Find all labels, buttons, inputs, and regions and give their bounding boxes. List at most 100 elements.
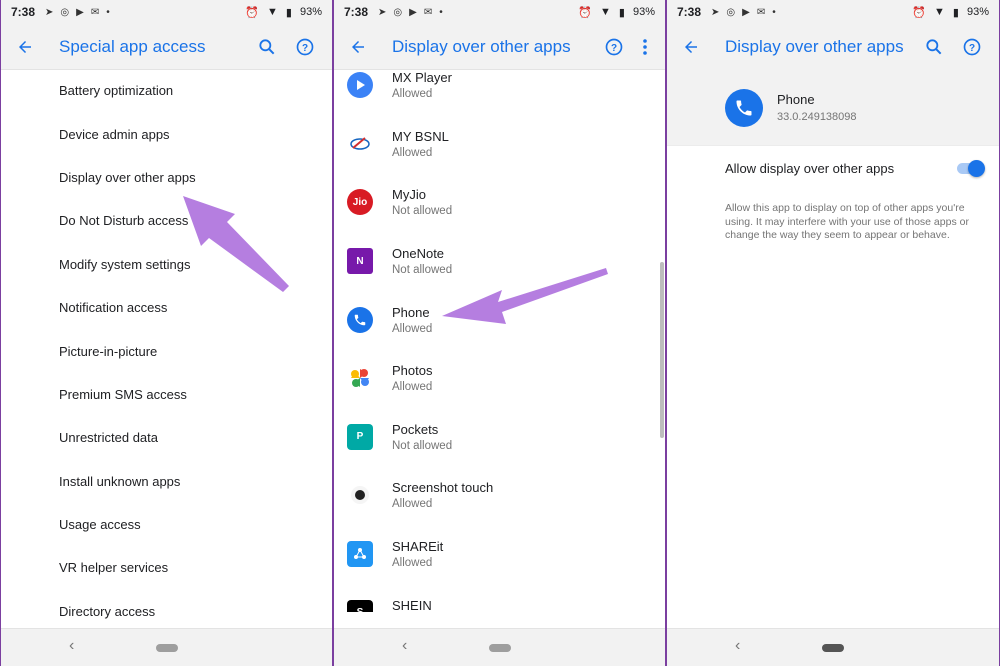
battery-icon: ▮	[618, 6, 625, 19]
back-button[interactable]	[677, 38, 705, 56]
list-item[interactable]: Install unknown apps	[1, 460, 332, 503]
alarm-icon: ⏰	[245, 6, 260, 19]
svg-text:?: ?	[611, 42, 617, 53]
app-name: OneNote	[392, 246, 445, 262]
app-permission-status: Not allowed	[392, 439, 453, 452]
app-permission-status: Allowed	[392, 498, 433, 511]
back-arrow-icon	[19, 40, 31, 53]
allow-display-toggle-row[interactable]: Allow display over other apps	[667, 146, 999, 190]
list-item[interactable]: Battery optimization	[1, 69, 332, 112]
allow-display-switch[interactable]	[955, 159, 985, 177]
back-button[interactable]	[344, 38, 372, 56]
nav-home-button[interactable]	[488, 643, 511, 652]
app-list-item[interactable]: MY BSNL Allowed	[334, 115, 665, 174]
mail-icon: ✉	[423, 6, 433, 18]
app-name: Pockets	[392, 421, 439, 437]
instagram-icon: ◎	[726, 6, 736, 18]
permission-description: Allow this app to display on top of othe…	[725, 202, 969, 241]
page-title: Display over other apps	[392, 36, 571, 56]
app-name: Phone	[392, 304, 430, 320]
list-item[interactable]: Do Not Disturb access	[1, 199, 332, 242]
status-bar: 7:38 ➤ ◎ ▶ ✉ • ⏰ ▼ ▮ 93%	[1, 0, 332, 24]
page-title: Special app access	[59, 36, 206, 56]
notification-icon: ➤	[45, 6, 54, 18]
help-button[interactable]: ?	[595, 37, 633, 57]
app-name: MyJio	[392, 187, 426, 203]
nav-back-button[interactable]: ‹	[402, 637, 407, 655]
app-info-header: Phone 33.0.249138098	[667, 70, 999, 146]
more-vert-icon	[643, 38, 647, 55]
app-list-item[interactable]: Screenshot touch Allowed	[334, 466, 665, 525]
more-notifications-icon: •	[106, 6, 110, 18]
phone-icon	[347, 306, 373, 333]
back-arrow-icon	[685, 41, 697, 53]
svg-text:?: ?	[302, 42, 308, 53]
app-list-item[interactable]: Jio MyJio Not allowed	[334, 173, 665, 232]
bsnl-icon	[347, 131, 373, 157]
photos-icon	[347, 365, 373, 391]
search-button[interactable]	[248, 37, 286, 57]
list-item[interactable]: Picture-in-picture	[1, 329, 332, 372]
search-icon	[259, 38, 275, 54]
search-icon	[926, 39, 942, 55]
battery-icon: ▮	[285, 6, 292, 19]
jio-icon: Jio	[347, 189, 373, 216]
list-item[interactable]: Premium SMS access	[1, 373, 332, 416]
alarm-icon: ⏰	[578, 6, 593, 19]
app-permission-status: Not allowed	[392, 264, 453, 277]
battery-percent: 93%	[299, 6, 322, 18]
more-notifications-icon: •	[439, 6, 443, 18]
app-bar: Special app access ?	[1, 24, 332, 70]
nav-back-button[interactable]: ‹	[735, 637, 740, 655]
wifi-icon: ▼	[934, 6, 945, 18]
battery-icon: ▮	[952, 6, 959, 19]
help-icon: ?	[296, 38, 314, 55]
list-item[interactable]: Notification access	[1, 286, 332, 329]
nav-back-button[interactable]: ‹	[69, 637, 74, 655]
onenote-icon: N	[347, 248, 373, 275]
help-button[interactable]: ?	[953, 37, 991, 57]
help-button[interactable]: ?	[286, 37, 324, 57]
app-list-item[interactable]: P Pockets Not allowed	[334, 408, 665, 467]
status-bar: 7:38 ➤ ◎ ▶ ✉ • ⏰ ▼ ▮ 93%	[667, 0, 999, 24]
mx-player-icon	[347, 72, 373, 99]
battery-percent: 93%	[632, 6, 655, 18]
app-list-item[interactable]: SSHEINAllowed	[334, 583, 665, 612]
svg-text:?: ?	[969, 43, 975, 54]
more-notifications-icon: •	[772, 6, 776, 18]
app-list-item[interactable]: MX Player Allowed	[334, 56, 665, 115]
youtube-icon: ▶	[409, 6, 417, 18]
scrollbar[interactable]	[660, 262, 664, 438]
app-name: Phone	[777, 92, 815, 107]
screen-display-over-other-apps: 7:38 ➤ ◎ ▶ ✉ • ⏰ ▼ ▮ 93% Display over ot…	[334, 0, 665, 666]
search-button[interactable]	[915, 37, 953, 57]
app-list-item[interactable]: N OneNote Not allowed	[334, 232, 665, 291]
nav-home-button[interactable]	[155, 643, 178, 652]
alarm-icon: ⏰	[912, 6, 927, 19]
list-item[interactable]: Device admin apps	[1, 112, 332, 155]
app-name: Screenshot touch	[392, 480, 494, 496]
app-permission-status: Allowed	[392, 381, 433, 394]
app-list-item[interactable]: Photos Allowed	[334, 349, 665, 408]
app-list-item[interactable]: Phone Allowed	[334, 290, 665, 349]
app-list[interactable]: MX Player Allowed MY BSNL Allowed Jio MyJio No…	[334, 56, 665, 612]
nav-home-button[interactable]	[822, 643, 844, 652]
status-bar: 7:38 ➤ ◎ ▶ ✉ • ⏰ ▼ ▮ 93%	[334, 0, 665, 24]
screenshot-touch-icon	[347, 482, 373, 508]
more-options-button[interactable]	[633, 38, 657, 56]
list-item[interactable]: Display over other apps	[1, 156, 332, 199]
app-permission-status: Allowed	[392, 322, 433, 335]
list-item[interactable]: Modify system settings	[1, 243, 332, 286]
back-arrow-icon	[352, 40, 364, 53]
list-item[interactable]: Directory access	[1, 590, 332, 633]
navigation-bar: ‹	[334, 628, 665, 666]
navigation-bar: ‹	[1, 628, 332, 666]
app-list-item[interactable]: SHAREit Allowed	[334, 525, 665, 584]
screen-app-permission-detail: 7:38 ➤ ◎ ▶ ✉ • ⏰ ▼ ▮ 93% Display over ot…	[667, 0, 999, 666]
app-version: 33.0.249138098	[777, 111, 857, 123]
back-button[interactable]	[11, 38, 39, 56]
list-item[interactable]: VR helper services	[1, 546, 332, 589]
list-item[interactable]: Usage access	[1, 503, 332, 546]
shein-icon: S	[347, 599, 373, 612]
list-item[interactable]: Unrestricted data	[1, 416, 332, 459]
